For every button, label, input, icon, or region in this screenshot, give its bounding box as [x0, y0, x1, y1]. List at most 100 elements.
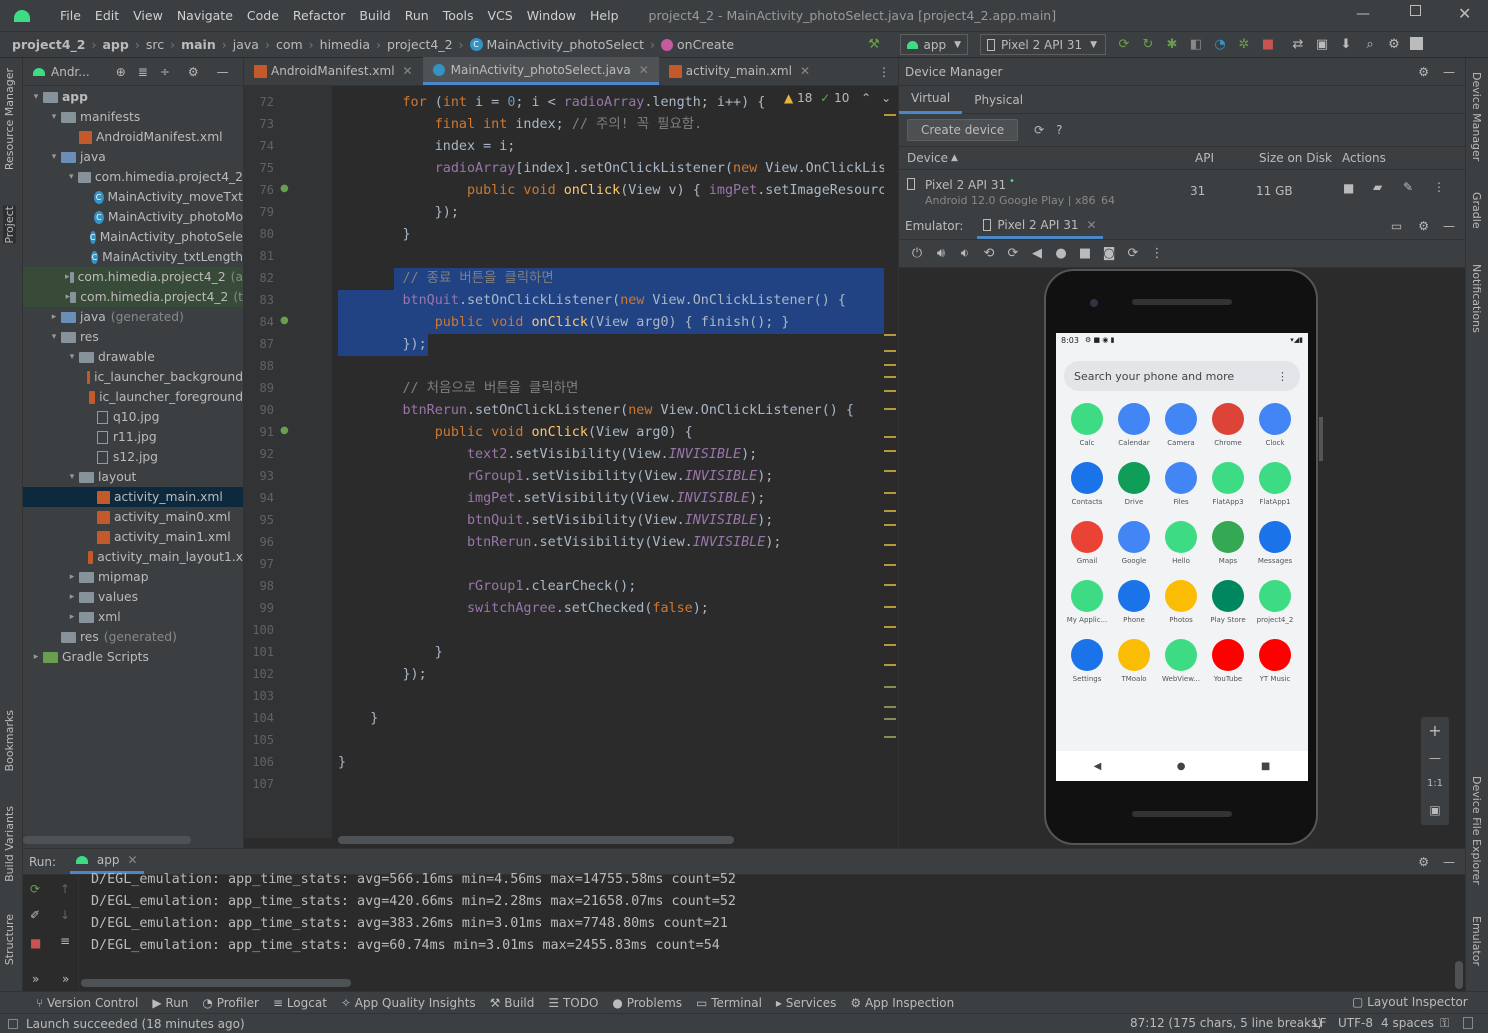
app-icon-clock[interactable]: Clock — [1252, 403, 1298, 447]
indent-setting[interactable]: 4 spaces — [1381, 1016, 1434, 1030]
tree-item[interactable]: activity_main.xml — [23, 487, 243, 507]
close-tab-icon[interactable]: ✕ — [1086, 218, 1096, 232]
tree-item[interactable]: ic_launcher_background — [23, 367, 243, 387]
restore-icon[interactable]: ▭ — [1391, 219, 1402, 233]
bookmarks-tab[interactable]: Bookmarks — [3, 710, 16, 771]
device-file-explorer-tab[interactable]: Device File Explorer — [1470, 776, 1483, 885]
app-icon-yt-music[interactable]: YT Music — [1252, 639, 1298, 683]
tree-item[interactable]: ▾ drawable — [23, 347, 243, 367]
menu-item-edit[interactable]: Edit — [95, 8, 119, 23]
warning-marker[interactable] — [884, 436, 896, 438]
expand-all-icon[interactable]: ≣ — [138, 65, 148, 79]
build-variants-tab[interactable]: Build Variants — [3, 806, 16, 882]
recents-nav-icon[interactable]: ■ — [1261, 761, 1270, 772]
device-mirror-icon[interactable]: ▣ — [1314, 37, 1330, 53]
camera-icon[interactable]: ◙ — [1101, 246, 1117, 262]
home-icon[interactable]: ● — [1053, 246, 1069, 262]
warning-marker[interactable] — [884, 376, 896, 378]
more-icon[interactable]: ⋮ — [1149, 246, 1165, 262]
menu-item-code[interactable]: Code — [247, 8, 279, 23]
chevron-icon[interactable]: ▸ — [47, 312, 61, 322]
tool-window-services[interactable]: ▸ Services — [776, 996, 836, 1010]
close-button[interactable]: ✕ — [1458, 4, 1471, 23]
breadcrumb-item[interactable]: himedia — [320, 37, 370, 52]
tree-item[interactable]: ▸ com.himedia.project4_2 (t — [23, 287, 243, 307]
warning-marker[interactable] — [884, 492, 896, 494]
minimize-button[interactable]: — — [1356, 6, 1370, 22]
app-icon-google[interactable]: Google — [1111, 521, 1157, 565]
warning-marker[interactable] — [884, 350, 896, 352]
overview-icon[interactable]: ■ — [1077, 246, 1093, 262]
app-icon-hello[interactable]: Hello — [1158, 521, 1204, 565]
gear-icon[interactable]: ⚙ — [1418, 855, 1429, 869]
app-icon-messages[interactable]: Messages — [1252, 521, 1298, 565]
chevron-icon[interactable]: ▸ — [65, 612, 79, 622]
menu-item-view[interactable]: View — [133, 8, 163, 23]
tree-item[interactable]: C MainActivity_photoSele — [23, 227, 243, 247]
app-icon-camera[interactable]: Camera — [1158, 403, 1204, 447]
tree-item[interactable]: ▾ java — [23, 147, 243, 167]
line-separator[interactable]: LF — [1313, 1016, 1327, 1030]
app-icon-calendar[interactable]: Calendar — [1111, 403, 1157, 447]
tree-item[interactable]: res (generated) — [23, 627, 243, 647]
next-highlight-icon[interactable]: ⌄ — [881, 91, 891, 105]
menu-item-window[interactable]: Window — [527, 8, 576, 23]
tab-mainactivity-photoselect[interactable]: MainActivity_photoSelect.java ✕ — [422, 57, 659, 85]
sync-icon[interactable]: ⇄ — [1290, 37, 1306, 53]
breadcrumb-item[interactable]: onCreate — [677, 37, 734, 52]
menu-item-help[interactable]: Help — [590, 8, 619, 23]
menu-item-vcs[interactable]: VCS — [488, 8, 513, 23]
chevron-icon[interactable]: ▾ — [47, 152, 61, 162]
tree-item[interactable]: ▸ mipmap — [23, 567, 243, 587]
warning-marker[interactable] — [884, 364, 896, 366]
app-icon-webview-[interactable]: WebView... — [1158, 639, 1204, 683]
close-tab-icon[interactable]: ✕ — [800, 64, 810, 78]
sdk-icon[interactable]: ⬇ — [1338, 37, 1354, 53]
app-icon-phone[interactable]: Phone — [1111, 580, 1157, 624]
horizontal-scrollbar[interactable] — [81, 979, 351, 987]
zoom-out-icon[interactable]: — — [1421, 745, 1449, 771]
menu-item-tools[interactable]: Tools — [443, 8, 474, 23]
tab-physical[interactable]: Physical — [962, 87, 1035, 113]
tree-item[interactable]: q10.jpg — [23, 407, 243, 427]
lock-icon[interactable]: ⚿ — [1440, 1016, 1449, 1031]
warning-marker[interactable] — [884, 524, 896, 526]
stop-icon[interactable]: ■ — [1260, 37, 1276, 53]
app-icon-flatapp3[interactable]: FlatApp3 — [1205, 462, 1251, 506]
error-stripe[interactable] — [884, 114, 898, 834]
edit-icon[interactable]: ✎ — [1403, 180, 1413, 194]
app-icon-drive[interactable]: Drive — [1111, 462, 1157, 506]
back-icon[interactable]: ◀ — [1029, 246, 1045, 262]
tool-window-todo[interactable]: ☰ TODO — [548, 996, 598, 1010]
debug-icon[interactable]: ✱ — [1164, 37, 1180, 53]
breadcrumb-item[interactable]: main — [181, 37, 216, 52]
hide-icon[interactable]: — — [1443, 65, 1455, 79]
tree-item[interactable]: ▾ res — [23, 327, 243, 347]
up-icon[interactable]: ↑ — [60, 882, 70, 896]
gear-icon[interactable]: ⚙ — [188, 65, 199, 79]
chevron-icon[interactable]: ▾ — [65, 172, 78, 182]
wrench-icon[interactable]: ✐ — [30, 908, 40, 922]
caret-position[interactable]: 87:12 (175 chars, 5 line breaks) — [1130, 1016, 1322, 1030]
app-icon-calc[interactable]: Calc — [1064, 403, 1110, 447]
resource-manager-tab[interactable]: Resource Manager — [3, 68, 16, 170]
menu-item-run[interactable]: Run — [405, 8, 429, 23]
rerun-icon[interactable]: ⟳ — [30, 882, 40, 896]
tree-item[interactable]: r11.jpg — [23, 427, 243, 447]
chevron-icon[interactable]: ▾ — [65, 472, 79, 482]
create-device-button[interactable]: Create device — [907, 119, 1019, 141]
rotate-right-icon[interactable]: ⟳ — [1005, 246, 1021, 262]
tool-window-run[interactable]: ▶ Run — [152, 996, 188, 1010]
volume-up-icon[interactable]: 🔊︎ — [933, 246, 949, 262]
breadcrumb-item[interactable]: app — [103, 37, 129, 52]
tree-item[interactable]: ▾ com.himedia.project4_2 — [23, 167, 243, 187]
rotate-left-icon[interactable]: ⟲ — [981, 246, 997, 262]
gradle-tab[interactable]: Gradle — [1470, 192, 1483, 229]
chevron-icon[interactable]: ▾ — [47, 112, 61, 122]
target-icon[interactable]: ⊕ — [116, 65, 126, 79]
tool-window-version-control[interactable]: ⑂ Version Control — [36, 996, 138, 1010]
account-icon[interactable] — [1410, 37, 1423, 50]
breadcrumb-item[interactable]: project4_2 — [12, 37, 86, 52]
wrap-icon[interactable]: ≡ — [60, 934, 70, 948]
attach-icon[interactable]: ✲ — [1236, 37, 1252, 53]
